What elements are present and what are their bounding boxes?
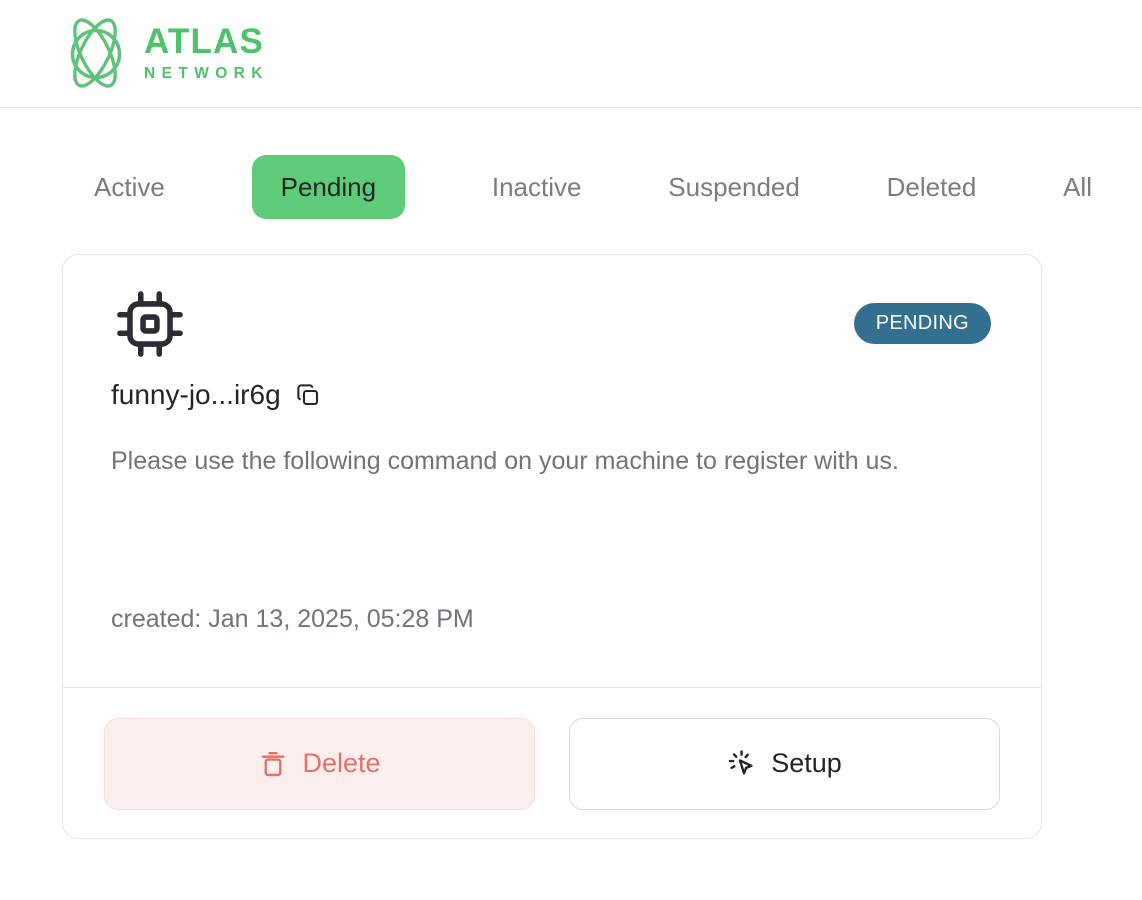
tab-active[interactable]: Active <box>94 174 165 200</box>
delete-button-label: Delete <box>302 748 381 778</box>
brand-subtitle: NETWORK <box>144 65 269 83</box>
setup-button-label: Setup <box>771 748 842 778</box>
device-card: PENDING funny-jo...ir6g Please use the f… <box>62 254 1042 839</box>
cpu-chip-icon <box>117 291 183 357</box>
tab-pending[interactable]: Pending <box>251 155 406 219</box>
tab-all[interactable]: All <box>1063 174 1092 200</box>
device-name-row: funny-jo...ir6g <box>111 381 993 409</box>
tab-inactive[interactable]: Inactive <box>492 174 582 200</box>
device-card-actions: Delete Setup <box>63 687 1041 839</box>
status-filter-tabs: Active Pending Inactive Suspended Delete… <box>0 148 1092 226</box>
trash-icon <box>262 751 285 776</box>
status-badge: PENDING <box>853 303 991 344</box>
copy-device-name-button[interactable] <box>295 382 321 408</box>
delete-button[interactable]: Delete <box>104 717 535 810</box>
app-header: ATLAS NETWORK <box>0 0 1142 108</box>
cursor-click-icon <box>729 749 753 774</box>
brand-wordmark: ATLAS NETWORK <box>144 24 269 82</box>
app-root: ATLAS NETWORK Active Pending Inactive Su… <box>0 0 1142 900</box>
device-description: Please use the following command on your… <box>111 447 899 475</box>
tab-deleted[interactable]: Deleted <box>887 174 977 200</box>
brand-title: ATLAS <box>144 22 265 62</box>
device-card-body: PENDING funny-jo...ir6g Please use the f… <box>63 255 1041 687</box>
device-name: funny-jo...ir6g <box>111 379 281 410</box>
copy-icon <box>296 384 318 406</box>
atom-orbit-icon <box>70 18 122 88</box>
device-created-timestamp: created: Jan 13, 2025, 05:28 PM <box>111 605 474 633</box>
brand-logo[interactable]: ATLAS NETWORK <box>58 13 269 93</box>
device-card-header: PENDING <box>111 287 993 361</box>
tab-suspended[interactable]: Suspended <box>668 174 800 200</box>
setup-button[interactable]: Setup <box>569 717 1000 810</box>
